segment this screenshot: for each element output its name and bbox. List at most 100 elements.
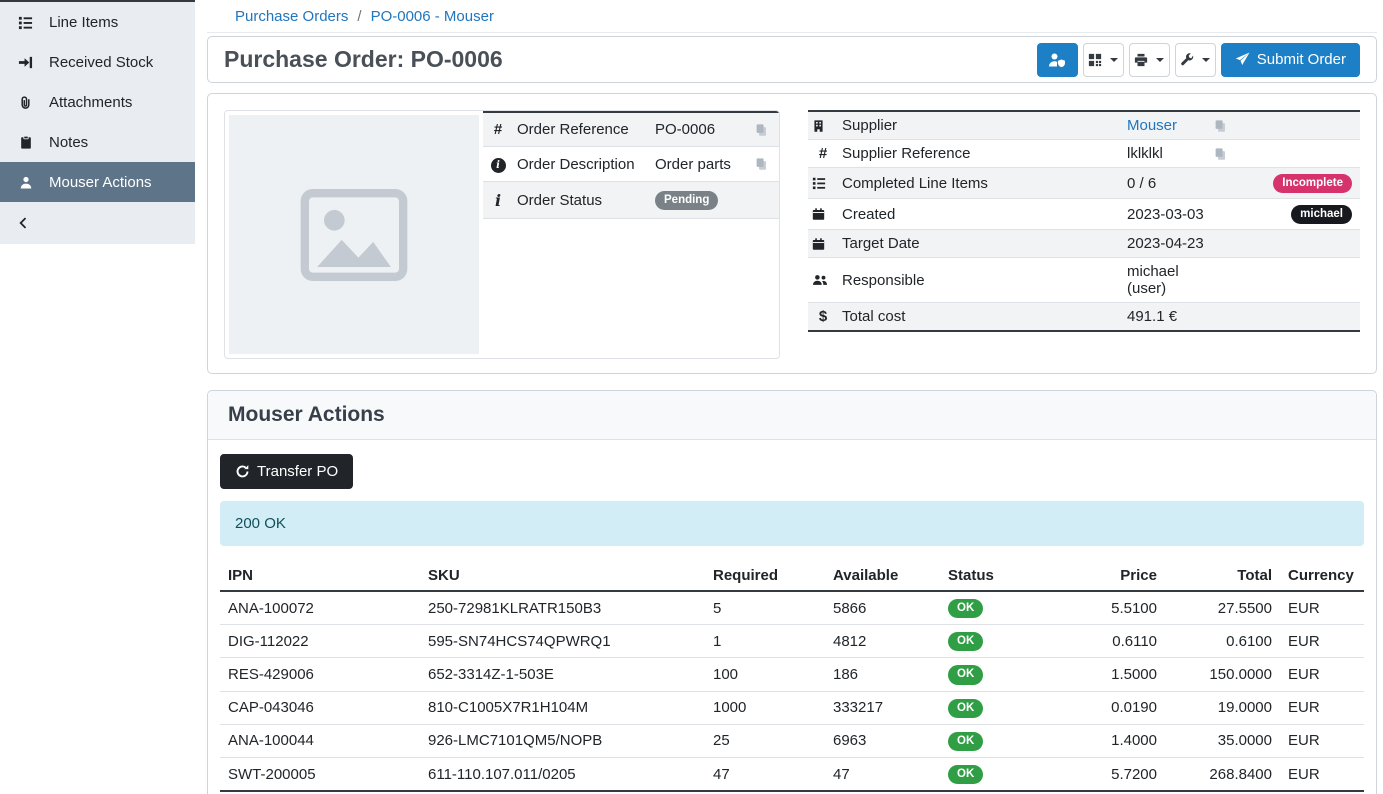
- user-icon: [17, 175, 34, 190]
- detail-value: 2023-03-03: [1123, 199, 1210, 230]
- table-row: SWT-200005 611-110.107.011/0205 47 47 OK…: [220, 758, 1364, 792]
- copy-icon[interactable]: [1214, 119, 1352, 133]
- page-header: Purchase Order: PO-0006: [207, 36, 1377, 83]
- detail-row-created: Created 2023-03-03 michael: [808, 199, 1360, 230]
- cell-currency: EUR: [1280, 658, 1364, 691]
- cell-total: 27.5500: [1165, 591, 1280, 625]
- detail-row-completed-line-items: Completed Line Items 0 / 6 Incomplete: [808, 168, 1360, 199]
- copy-icon[interactable]: [755, 157, 771, 171]
- sidebar-nav: Line Items Received Stock Attachments No…: [0, 0, 195, 244]
- detail-row-order-description: i Order Description Order parts: [483, 147, 779, 182]
- copy-icon[interactable]: [1214, 147, 1352, 161]
- image-icon: [295, 176, 413, 294]
- header-actions: Submit Order: [1037, 43, 1360, 77]
- sidebar-item-label: Received Stock: [49, 54, 153, 71]
- detail-value: 2023-04-23: [1123, 230, 1210, 258]
- order-actions-button[interactable]: [1175, 43, 1216, 77]
- cell-price: 0.0190: [1080, 691, 1165, 724]
- barcode-actions-button[interactable]: [1083, 43, 1124, 77]
- detail-value: michael (user): [1123, 258, 1210, 303]
- detail-label: Completed Line Items: [838, 168, 1123, 199]
- calendar-icon: [812, 237, 834, 251]
- transfer-po-label: Transfer PO: [257, 464, 338, 479]
- list-icon: [17, 15, 34, 30]
- cell-total: 19.0000: [1165, 691, 1280, 724]
- detail-value: lklklkl: [1123, 140, 1210, 168]
- cell-status: OK: [940, 625, 1080, 658]
- print-actions-button[interactable]: [1129, 43, 1170, 77]
- cell-required: 1: [705, 625, 825, 658]
- info-icon: i: [495, 191, 501, 210]
- sign-in-icon: [17, 55, 34, 70]
- cell-sku: 926-LMC7101QM5/NOPB: [420, 724, 705, 757]
- transfer-po-button[interactable]: Transfer PO: [220, 454, 353, 489]
- detail-value: 0 / 6: [1123, 168, 1210, 199]
- refresh-icon: [235, 464, 250, 479]
- col-header-ipn: IPN: [220, 561, 420, 591]
- detail-label: Order Reference: [513, 112, 651, 147]
- created-by-badge: michael: [1291, 205, 1352, 224]
- users-icon: [812, 273, 834, 287]
- note-icon: [17, 135, 34, 150]
- user-roles-button[interactable]: [1037, 43, 1078, 77]
- sidebar-item-attachments[interactable]: Attachments: [0, 82, 195, 122]
- sidebar-item-notes[interactable]: Notes: [0, 122, 195, 162]
- breadcrumb-link-current-order[interactable]: PO-0006 - Mouser: [371, 8, 494, 25]
- submit-order-button[interactable]: Submit Order: [1221, 43, 1360, 77]
- detail-value: Order parts: [651, 147, 751, 182]
- cell-price: 0.6110: [1080, 625, 1165, 658]
- status-ok-badge: OK: [948, 699, 983, 718]
- main-content: Purchase Orders / PO-0006 - Mouser Purch…: [195, 0, 1383, 794]
- barcode-icon: [1088, 53, 1102, 67]
- cell-currency: EUR: [1280, 758, 1364, 792]
- order-summary-table: # Order Reference PO-0006 i Order Descri…: [483, 111, 779, 219]
- panel-title: Mouser Actions: [228, 403, 1356, 427]
- cell-sku: 595-SN74HCS74QPWRQ1: [420, 625, 705, 658]
- cell-available: 6963: [825, 724, 940, 757]
- order-image-placeholder[interactable]: [229, 115, 479, 354]
- sidebar-item-label: Notes: [49, 134, 88, 151]
- detail-label: Order Status: [513, 182, 651, 219]
- cell-available: 5866: [825, 591, 940, 625]
- chevron-down-icon: [1156, 58, 1164, 62]
- breadcrumb-link-purchase-orders[interactable]: Purchase Orders: [235, 8, 348, 25]
- cell-required: 5: [705, 591, 825, 625]
- sidebar-item-received-stock[interactable]: Received Stock: [0, 42, 195, 82]
- cell-available: 47: [825, 758, 940, 792]
- supplier-link[interactable]: Mouser: [1127, 117, 1177, 134]
- cell-available: 4812: [825, 625, 940, 658]
- sidebar-item-line-items[interactable]: Line Items: [0, 2, 195, 42]
- submit-order-label: Submit Order: [1257, 52, 1346, 67]
- status-ok-badge: OK: [948, 665, 983, 684]
- status-ok-badge: OK: [948, 599, 983, 618]
- cell-ipn: CAP-043046: [220, 691, 420, 724]
- detail-value: PO-0006: [651, 112, 751, 147]
- detail-row-order-status: i Order Status Pending: [483, 182, 779, 219]
- sidebar-collapse-button[interactable]: [0, 202, 195, 244]
- printer-icon: [1134, 53, 1148, 67]
- cell-price: 1.4000: [1080, 724, 1165, 757]
- hash-icon: #: [819, 145, 827, 162]
- table-row: RES-429006 652-3314Z-1-503E 100 186 OK 1…: [220, 658, 1364, 691]
- copy-icon[interactable]: [755, 123, 771, 137]
- cell-ipn: ANA-100072: [220, 591, 420, 625]
- col-header-sku: SKU: [420, 561, 705, 591]
- col-header-available: Available: [825, 561, 940, 591]
- hash-icon: #: [494, 121, 502, 138]
- cell-price: 5.7200: [1080, 758, 1165, 792]
- sidebar: Line Items Received Stock Attachments No…: [0, 0, 195, 794]
- status-alert: 200 OK: [220, 501, 1364, 546]
- sidebar-item-mouser-actions[interactable]: Mouser Actions: [0, 162, 195, 202]
- cell-available: 186: [825, 658, 940, 691]
- sidebar-item-label: Attachments: [49, 94, 132, 111]
- panel-header: Mouser Actions: [208, 391, 1376, 440]
- cell-currency: EUR: [1280, 625, 1364, 658]
- detail-label: Order Description: [513, 147, 651, 182]
- status-ok-badge: OK: [948, 632, 983, 651]
- cell-total: 268.8400: [1165, 758, 1280, 792]
- order-summary-box: # Order Reference PO-0006 i Order Descri…: [224, 110, 780, 359]
- cell-sku: 611-110.107.011/0205: [420, 758, 705, 792]
- cell-status: OK: [940, 724, 1080, 757]
- list-check-icon: [812, 176, 834, 190]
- cell-status: OK: [940, 758, 1080, 792]
